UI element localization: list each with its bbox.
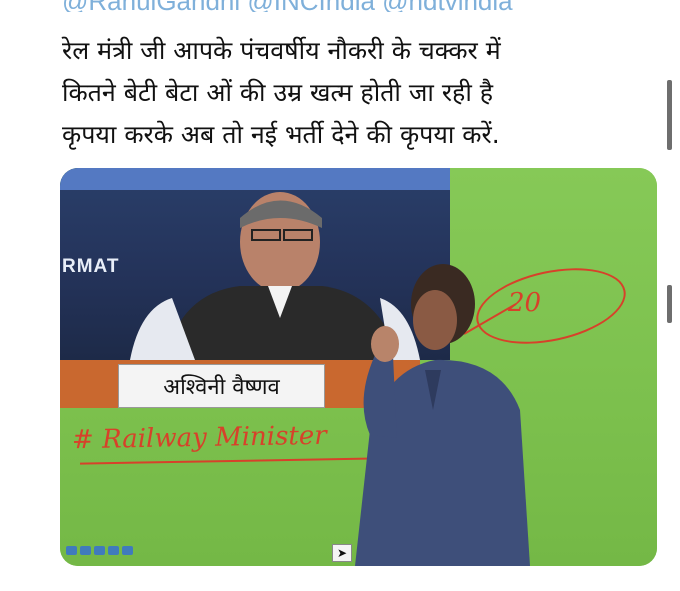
eraser-icon[interactable] (108, 546, 119, 555)
tweet-line: रेल मंत्री जी आपके पंचवर्षीय नौकरी के चक… (62, 36, 501, 65)
pen-icon[interactable] (66, 546, 77, 555)
tweet-text: रेल मंत्री जी आपके पंचवर्षीय नौकरी के चक… (62, 30, 637, 156)
tweet-media-image[interactable]: RMAT अश्विनी वैष्णव # Railway Minister 2… (60, 168, 657, 566)
caption-box: अश्विनी वैष्णव (118, 364, 325, 408)
whiteboard-toolbar (66, 546, 133, 555)
teacher-figure (355, 264, 530, 566)
tweet-mentions[interactable]: @RahulGandhi @INCIndia @ndtvindia (62, 0, 662, 12)
marker-icon[interactable] (80, 546, 91, 555)
scrollbar-thumb[interactable] (667, 80, 672, 150)
tweet-line: कृपया करके अब तो नई भर्ती देने की कृपया … (62, 120, 500, 149)
tweet-line: कितने बेटी बेटा ओं की उम्र खत्म होती जा … (62, 78, 494, 107)
arrow-cursor-icon[interactable]: ➤ (332, 544, 352, 562)
scrollbar-thumb[interactable] (667, 285, 672, 323)
handwritten-hashtag: # Railway Minister (71, 420, 327, 456)
zoom-icon[interactable] (122, 546, 133, 555)
cursor-icon[interactable] (94, 546, 105, 555)
